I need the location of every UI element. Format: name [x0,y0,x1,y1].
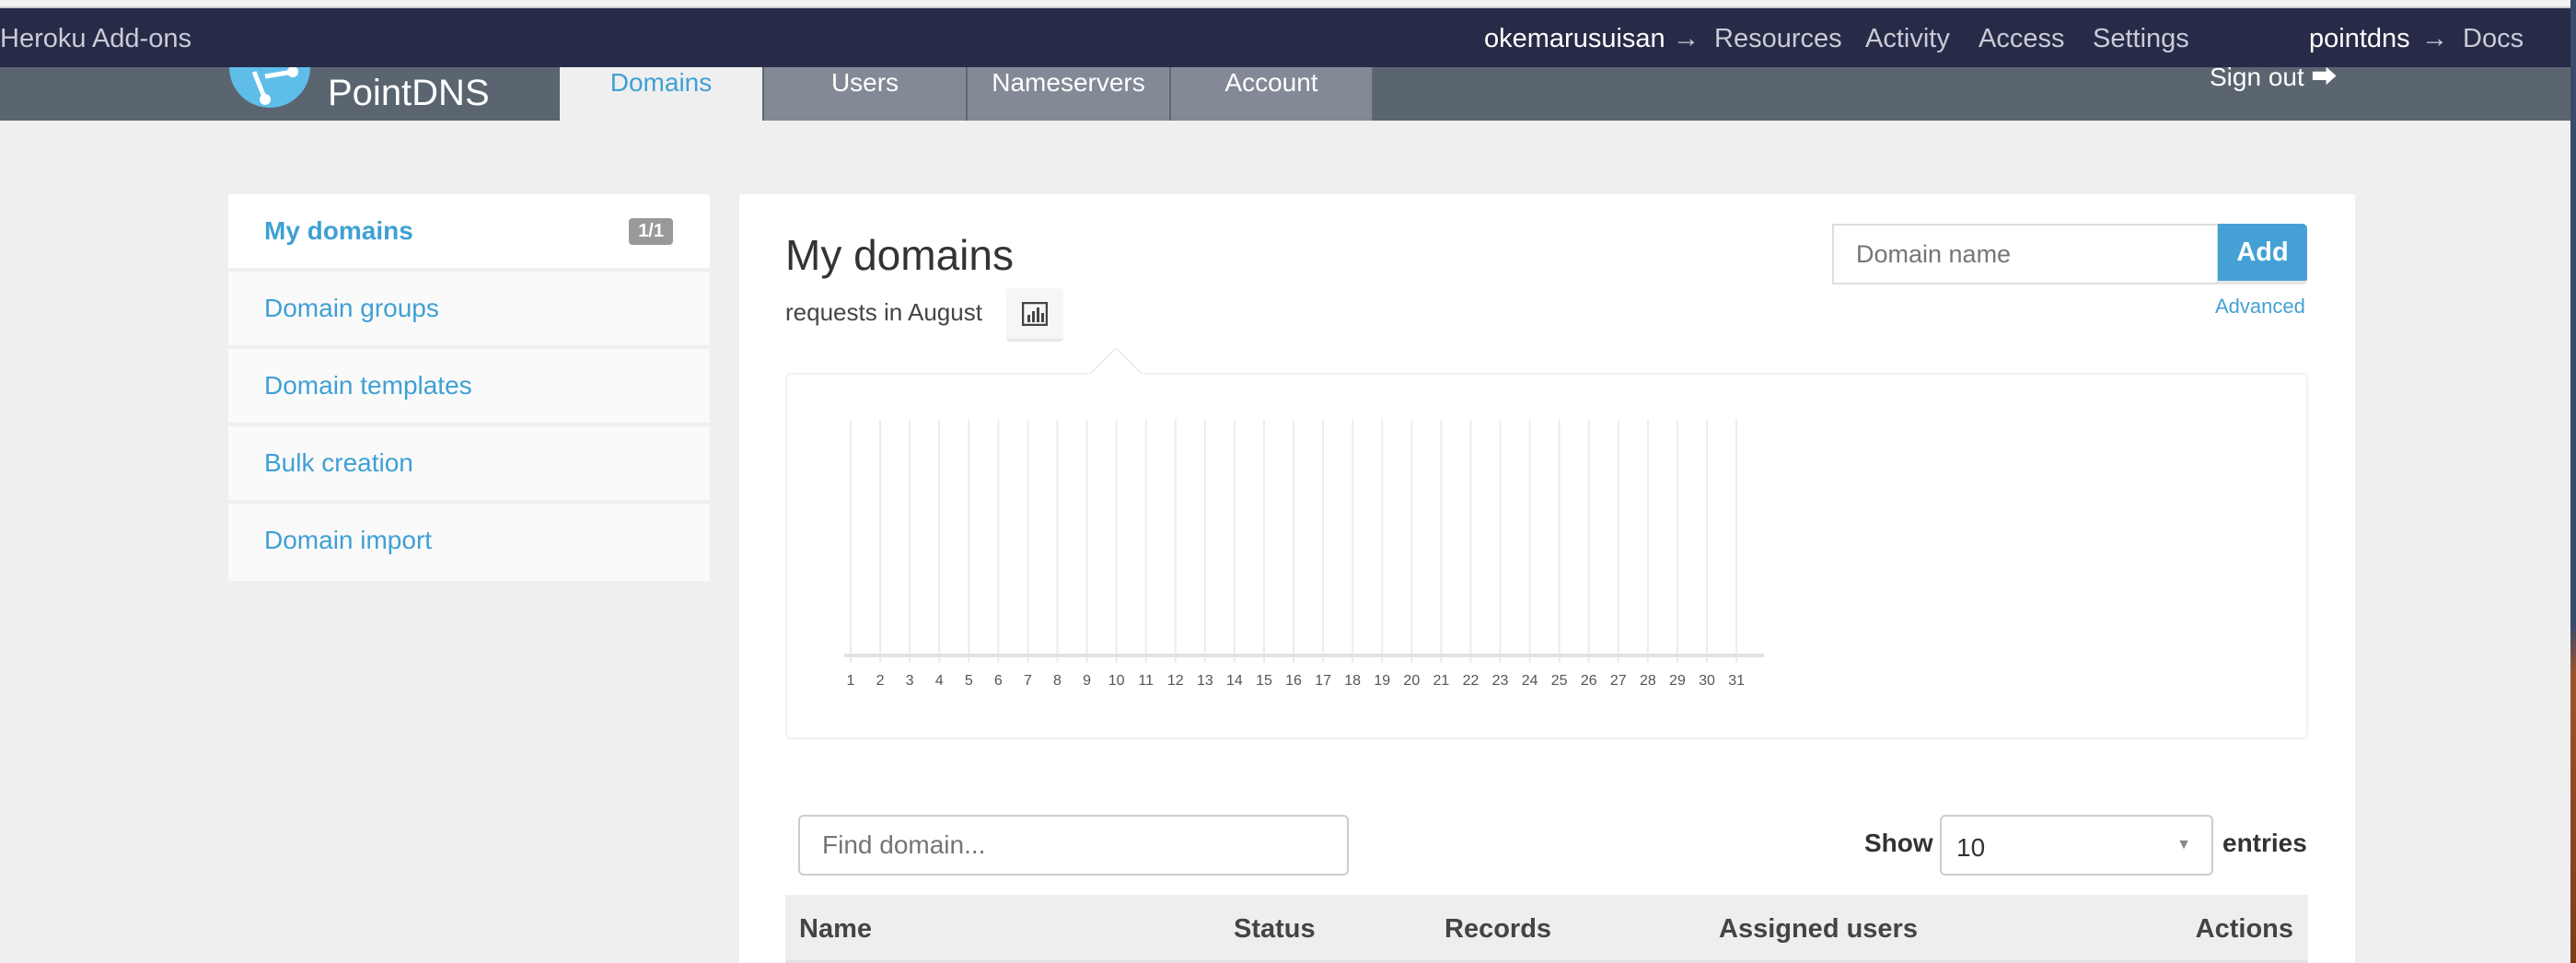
x-tick-label: 19 [1374,673,1390,689]
x-tick-label: 1 [847,673,855,689]
tab-nameservers[interactable]: Nameservers [968,67,1171,121]
add-domain-button[interactable]: Add [2218,224,2307,284]
nav-docs[interactable]: Docs [2463,24,2524,54]
nav-settings[interactable]: Settings [2093,24,2189,54]
x-tick-label: 7 [1024,673,1032,689]
x-tick-label: 21 [1433,673,1450,689]
page-size-select[interactable]: 10 ▼ [1940,815,2213,876]
x-tick-label: 14 [1226,673,1243,689]
requests-chart: 1 2 3 4 5 6 7 8 9 10 11 12 13 14 15 16 17 18 19 20 21 22 23 24 2… [844,420,1765,689]
chart-caret [1088,348,1143,376]
x-tick-label: 6 [994,673,1003,689]
x-tick-label: 4 [935,673,944,689]
x-tick-label: 15 [1256,673,1272,689]
x-tick-label: 2 [876,673,885,689]
x-tick-label: 25 [1551,673,1568,689]
logo-text[interactable]: PointDNS [328,72,490,114]
sidebar: My domains 1/1 Domain groups Domain templ… [228,194,710,581]
x-tick-label: 24 [1522,673,1538,689]
x-tick-label: 5 [965,673,973,689]
x-tick-label: 16 [1285,673,1302,689]
domain-count-badge: 1/1 [629,218,673,245]
sidebar-item-label: Domain templates [264,371,472,400]
page-title: My domains [785,231,1014,279]
sidebar-item-bulk-creation[interactable]: Bulk creation [228,426,710,504]
col-records[interactable]: Records [1445,914,1551,945]
domains-table-header: Name Status Records Assigned users Actio… [785,895,2308,963]
browser-strip [0,0,2576,8]
x-tick-label: 8 [1053,673,1062,689]
x-tick-label: 17 [1315,673,1331,689]
desktop-edge [2570,0,2576,963]
chart-subtitle: requests in August [785,298,982,326]
x-tick-label: 13 [1197,673,1213,689]
x-tick-label: 23 [1492,673,1509,689]
tab-domains[interactable]: Domains [560,67,764,121]
col-assigned-users[interactable]: Assigned users [1719,914,1918,945]
heroku-navbar: Heroku Add-ons okemarusuisan → Resources… [0,8,2570,67]
app-name-link[interactable]: okemarusuisan [1484,24,1665,54]
dropdown-arrow-icon: ▼ [2176,837,2191,853]
chart-toggle-button[interactable] [1006,288,1063,342]
x-tick-label: 20 [1403,673,1420,689]
bar-chart-icon [1022,301,1048,326]
col-actions: Actions [2195,914,2293,944]
pointdns-logo[interactable] [228,67,311,109]
col-name[interactable]: Name [799,914,872,945]
nav-activity[interactable]: Activity [1865,24,1950,54]
addon-name-link[interactable]: pointdns [2309,24,2410,54]
advanced-link[interactable]: Advanced [2215,295,2305,319]
sidebar-item-domain-import[interactable]: Domain import [228,504,710,581]
x-tick-label: 30 [1699,673,1715,689]
x-tick-label: 29 [1669,673,1686,689]
x-tick-label: 27 [1610,673,1627,689]
tab-label: Domains [609,68,713,97]
find-domain-input[interactable] [798,815,1349,876]
x-tick-label: 22 [1463,673,1479,689]
heroku-addons-link[interactable]: Heroku Add-ons [0,24,191,54]
sidebar-item-domain-templates[interactable]: Domain templates [228,349,710,426]
page-size-value: 10 [1956,833,1986,862]
domain-name-input[interactable] [1832,224,2219,284]
x-tick-label: 3 [906,673,914,689]
nav-access[interactable]: Access [1978,24,2064,54]
sidebar-item-my-domains[interactable]: My domains 1/1 [228,194,710,272]
sidebar-item-label: Domain import [264,526,433,554]
tab-label: Users [830,68,899,97]
x-tick-label: 11 [1138,673,1154,689]
x-tick-label: 12 [1167,673,1184,689]
sidebar-item-label: Domain groups [264,294,439,322]
arrow: → [2421,24,2448,53]
x-tick-label: 9 [1083,673,1091,689]
show-label: Show [1864,829,1933,857]
entries-label: entries [2222,829,2307,857]
col-status[interactable]: Status [1234,914,1316,945]
x-tick-label: 10 [1108,673,1125,689]
sidebar-item-label: Bulk creation [264,448,413,477]
sidebar-item-label: My domains [264,216,413,245]
tab-users[interactable]: Users [764,67,968,121]
x-tick-label: 18 [1344,673,1361,689]
arrow: → [1673,24,1700,53]
nav-resources[interactable]: Resources [1714,24,1842,54]
sidebar-item-domain-groups[interactable]: Domain groups [228,272,710,349]
x-tick-label: 31 [1728,673,1745,689]
tab-account[interactable]: Account [1171,67,1374,121]
tab-label: Account [1224,68,1318,97]
x-tick-label: 26 [1581,673,1597,689]
tab-label: Nameservers [992,68,1145,97]
x-tick-label: 28 [1640,673,1656,689]
